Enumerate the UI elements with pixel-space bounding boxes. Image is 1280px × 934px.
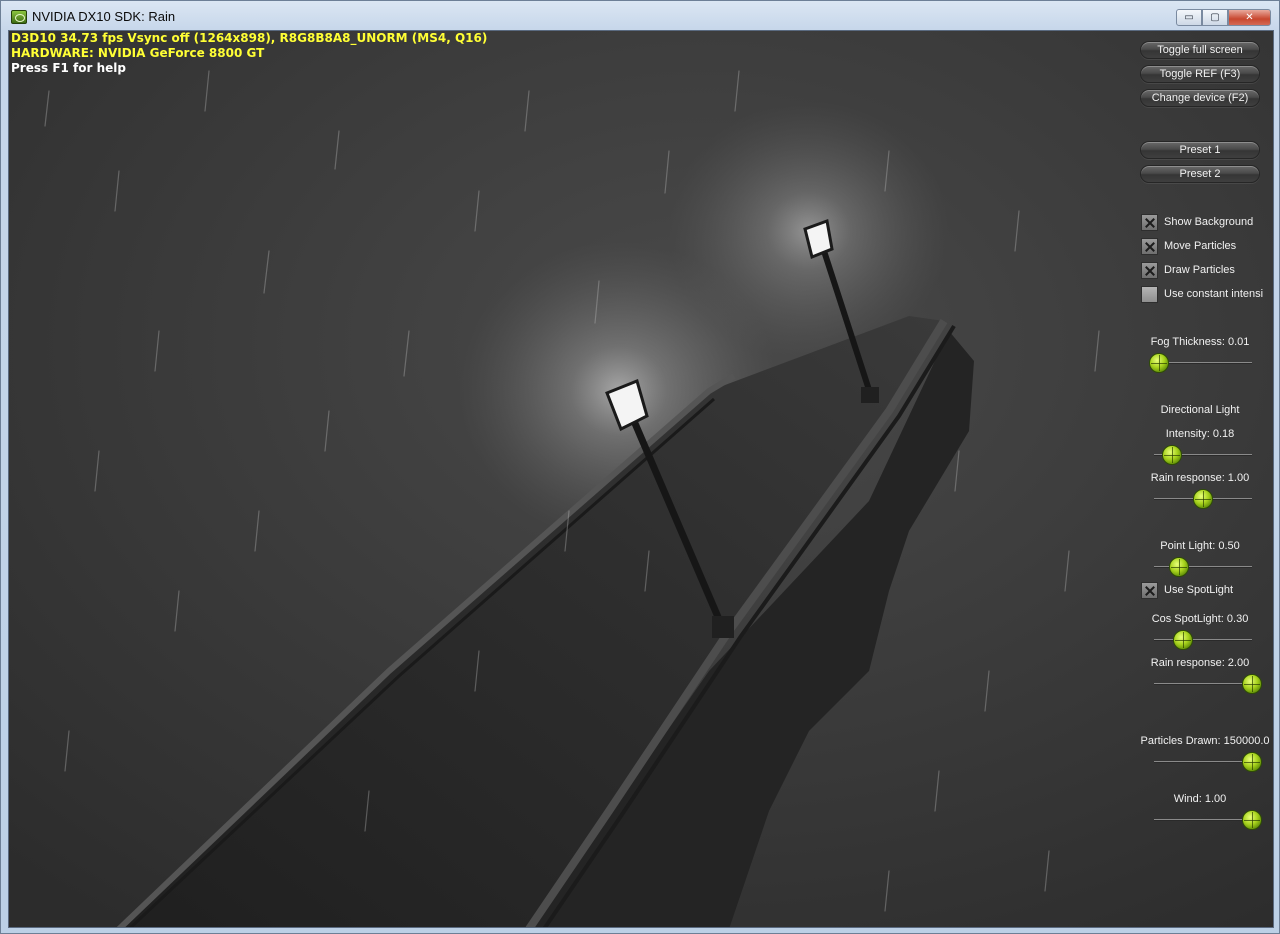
- window-title: NVIDIA DX10 SDK: Rain: [32, 9, 176, 24]
- use-constant-intensity-label: Use constant intensi: [1164, 288, 1264, 300]
- point-light-slider[interactable]: [1154, 557, 1252, 577]
- move-particles-checkbox[interactable]: [1141, 237, 1158, 255]
- cos-spotlight-label: Cos SpotLight: 0.30: [1151, 613, 1249, 625]
- draw-particles-label: Draw Particles: [1164, 264, 1235, 276]
- wind-slider-thumb[interactable]: [1242, 810, 1262, 830]
- close-icon: ✕: [1245, 12, 1254, 23]
- dir-intensity-slider-thumb[interactable]: [1161, 445, 1182, 465]
- use-spotlight-checkbox-row[interactable]: Use SpotLight: [1141, 581, 1271, 599]
- wind-label: Wind: 1.00: [1173, 793, 1227, 805]
- nvidia-app-icon: [11, 10, 27, 24]
- move-particles-label: Move Particles: [1164, 240, 1237, 252]
- minimize-icon: ▭: [1184, 12, 1194, 23]
- toggle-full-screen-button[interactable]: Toggle full screen: [1140, 41, 1260, 59]
- dir-rain-response-slider[interactable]: [1154, 489, 1252, 509]
- use-constant-intensity-checkbox[interactable]: [1141, 285, 1158, 303]
- help-line: Press F1 for help: [11, 61, 126, 75]
- preset-1-button[interactable]: Preset 1: [1140, 141, 1260, 159]
- draw-particles-checkbox[interactable]: [1141, 261, 1158, 279]
- spot-rain-response-slider[interactable]: [1154, 674, 1262, 694]
- fog-thickness-slider-thumb[interactable]: [1148, 353, 1169, 373]
- preset-2-button[interactable]: Preset 2: [1140, 165, 1260, 183]
- spot-rain-response-label: Rain response: 2.00: [1150, 657, 1250, 669]
- use-constant-intensity-checkbox-row[interactable]: Use constant intensi: [1141, 285, 1271, 303]
- change-device-button[interactable]: Change device (F2): [1140, 89, 1260, 107]
- show-background-checkbox[interactable]: [1141, 213, 1158, 231]
- point-light-label: Point Light: 0.50: [1160, 540, 1240, 552]
- toggle-ref-button[interactable]: Toggle REF (F3): [1140, 65, 1260, 83]
- minimize-button[interactable]: ▭: [1176, 9, 1202, 26]
- rain-bridge-scene: [9, 31, 1273, 927]
- title-bar[interactable]: NVIDIA DX10 SDK: Rain ▭ ▢ ✕: [1, 1, 1279, 31]
- use-spotlight-checkbox[interactable]: [1141, 581, 1158, 599]
- application-window: NVIDIA DX10 SDK: Rain ▭ ▢ ✕ D3D10 34.73 …: [0, 0, 1280, 934]
- close-button[interactable]: ✕: [1228, 9, 1271, 26]
- dir-rain-response-slider-thumb[interactable]: [1193, 489, 1213, 509]
- use-spotlight-label: Use SpotLight: [1164, 584, 1234, 596]
- directional-light-heading: Directional Light: [1160, 404, 1240, 416]
- show-background-checkbox-row[interactable]: Show Background: [1141, 213, 1271, 231]
- render-viewport[interactable]: D3D10 34.73 fps Vsync off (1264x898), R8…: [8, 30, 1274, 928]
- move-particles-checkbox-row[interactable]: Move Particles: [1141, 237, 1271, 255]
- hardware-line: HARDWARE: NVIDIA GeForce 8800 GT: [11, 46, 265, 60]
- show-background-label: Show Background: [1164, 216, 1254, 228]
- fog-thickness-slider[interactable]: [1148, 353, 1252, 373]
- dir-rain-response-label: Rain response: 1.00: [1150, 472, 1250, 484]
- stats-overlay: D3D10 34.73 fps Vsync off (1264x898), R8…: [11, 31, 487, 76]
- fog-thickness-label: Fog Thickness: 0.01: [1150, 336, 1250, 348]
- maximize-button[interactable]: ▢: [1202, 9, 1228, 26]
- window-controls: ▭ ▢ ✕: [1176, 9, 1271, 26]
- point-light-slider-thumb[interactable]: [1168, 557, 1189, 577]
- particles-drawn-slider[interactable]: [1154, 752, 1262, 772]
- particles-drawn-label: Particles Drawn: 150000.0: [1140, 735, 1270, 747]
- stats-line: D3D10 34.73 fps Vsync off (1264x898), R8…: [11, 31, 488, 45]
- maximize-icon: ▢: [1210, 12, 1220, 23]
- particles-drawn-slider-thumb[interactable]: [1242, 752, 1262, 772]
- dir-intensity-label: Intensity: 0.18: [1165, 428, 1235, 440]
- cos-spotlight-slider[interactable]: [1154, 630, 1252, 650]
- wind-slider[interactable]: [1154, 810, 1262, 830]
- dir-intensity-slider[interactable]: [1154, 445, 1252, 465]
- spot-rain-response-slider-thumb[interactable]: [1242, 674, 1262, 694]
- draw-particles-checkbox-row[interactable]: Draw Particles: [1141, 261, 1271, 279]
